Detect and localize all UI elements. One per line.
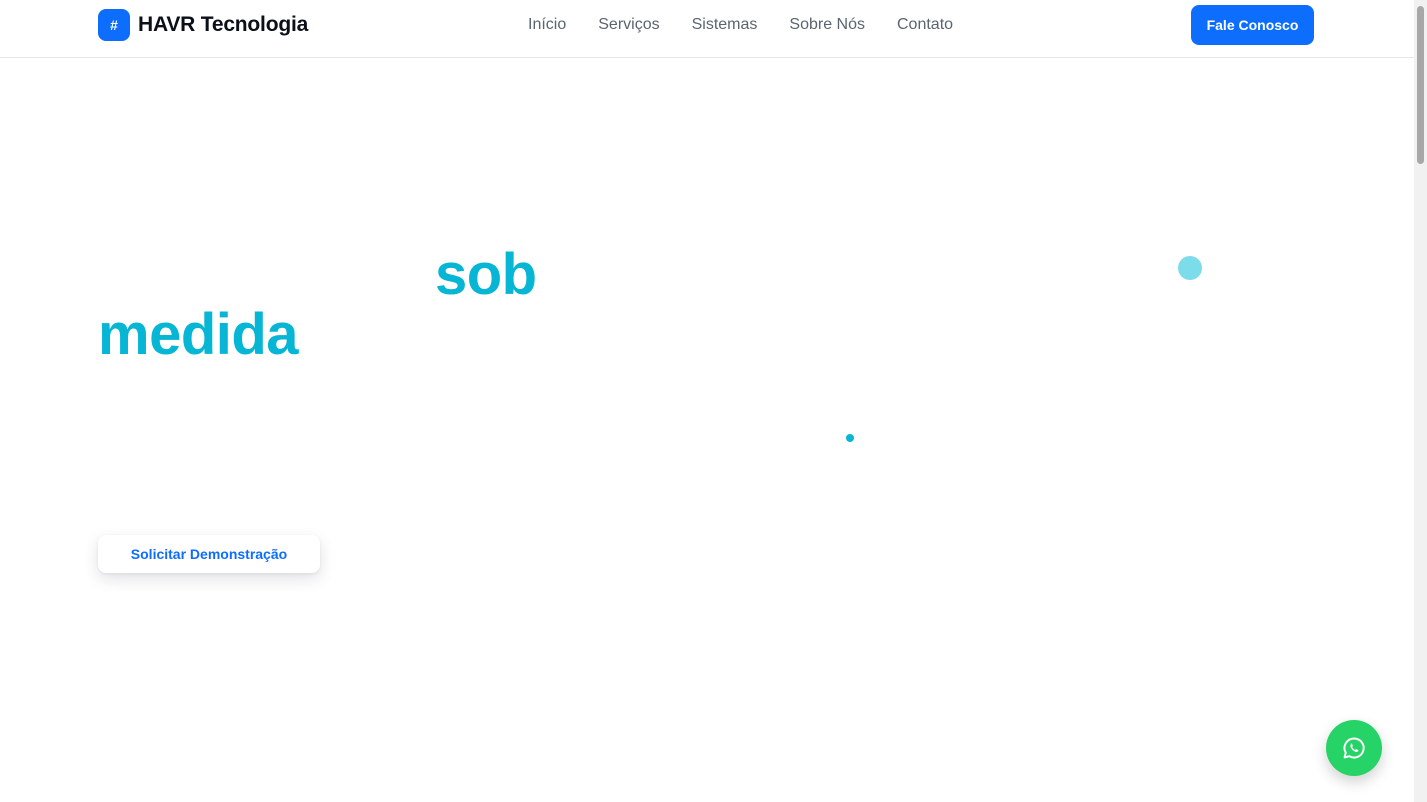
hero-word-sob: sob bbox=[435, 242, 537, 307]
whatsapp-button[interactable] bbox=[1326, 720, 1382, 776]
decorative-dot-large bbox=[1178, 256, 1202, 280]
decorative-dot-small bbox=[846, 434, 854, 442]
nav-link-sobre-nos[interactable]: Sobre Nós bbox=[789, 16, 865, 34]
brand-logo-icon: # bbox=[98, 9, 130, 41]
hero-word-medida: medida bbox=[98, 302, 299, 367]
whatsapp-icon bbox=[1343, 737, 1365, 759]
scrollbar-thumb[interactable] bbox=[1417, 6, 1424, 164]
page-scrollbar[interactable] bbox=[1414, 0, 1427, 802]
fale-conosco-button[interactable]: Fale Conosco bbox=[1191, 5, 1314, 45]
nav-link-sistemas[interactable]: Sistemas bbox=[692, 16, 758, 34]
brand-name: HAVR Tecnologia bbox=[138, 13, 309, 36]
navbar: # HAVR Tecnologia Início Serviços Sistem… bbox=[0, 0, 1414, 58]
nav-link-inicio[interactable]: Início bbox=[528, 16, 566, 34]
nav-links: Início Serviços Sistemas Sobre Nós Conta… bbox=[528, 16, 953, 34]
nav-link-contato[interactable]: Contato bbox=[897, 16, 953, 34]
brand[interactable]: # HAVR Tecnologia bbox=[98, 9, 308, 41]
solicitar-demonstracao-button[interactable]: Solicitar Demonstração bbox=[98, 535, 320, 573]
nav-link-servicos[interactable]: Serviços bbox=[598, 16, 659, 34]
